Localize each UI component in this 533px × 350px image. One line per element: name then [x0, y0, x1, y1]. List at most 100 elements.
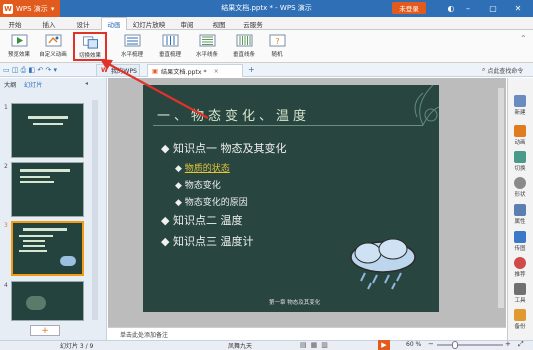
sidebar-transition-label: 切换 — [514, 166, 526, 172]
horizontal-comb-icon — [124, 34, 140, 47]
sidebar-shape[interactable]: 形状 — [507, 174, 533, 204]
sidebar-properties[interactable]: 属性 — [507, 201, 533, 231]
menu-design[interactable]: 设计 — [72, 17, 94, 30]
menu-slideshow[interactable]: 幻灯片放映 — [130, 17, 168, 30]
decorative-leaf — [414, 85, 439, 127]
vertical-comb-label: 垂直梳理 — [158, 52, 181, 58]
quick-access-icons[interactable]: ▭ ◫ ⎙ ◧ ↶ ↷ ▾ — [3, 66, 57, 75]
slide-title: 一、物态变化、温度 — [157, 109, 311, 124]
tab-outline[interactable]: 大纲 — [4, 80, 16, 90]
thumb-number: 2 — [4, 163, 8, 170]
random-label: 随机 — [271, 52, 283, 58]
horizontal-comb-button[interactable]: 水平梳理 — [115, 32, 149, 61]
vertical-lines-icon — [236, 34, 252, 47]
vertical-lines-button[interactable]: 垂直线条 — [227, 32, 261, 61]
backup-icon — [514, 309, 526, 321]
sidebar-properties-label: 属性 — [514, 219, 526, 225]
transition-effect-label: 切换效果 — [78, 53, 101, 59]
tab-document-label: 结果文档.pptx * — [160, 68, 207, 76]
bullet-5-text: 知识点二 温度 — [172, 214, 243, 227]
title-divider — [153, 125, 423, 126]
menu-home[interactable]: 开始 — [4, 17, 26, 30]
tab-slides[interactable]: 幻灯片 — [24, 80, 43, 90]
add-slide-button[interactable]: + — [30, 325, 60, 336]
menu-view[interactable]: 视图 — [208, 17, 230, 30]
slide-thumbnail-2[interactable] — [11, 162, 84, 217]
horizontal-lines-icon — [199, 34, 215, 47]
command-search[interactable]: ⌕ 点此查找命令 — [482, 66, 523, 75]
menu-review[interactable]: 审阅 — [176, 17, 198, 30]
diamond-bullet-icon: ◆ — [161, 142, 173, 155]
slide-thumbnail-3[interactable] — [11, 221, 84, 276]
properties-icon — [514, 204, 526, 216]
maximize-icon[interactable]: ▢ — [487, 2, 499, 14]
horizontal-lines-button[interactable]: 水平线条 — [190, 32, 224, 61]
slide[interactable]: 一、物态变化、温度 ◆ 知识点一 物态及其变化 ◆ 物质的状态 ◆ 物态变化 ◆… — [143, 85, 439, 312]
custom-animation-icon — [45, 34, 61, 47]
play-slideshow-icon[interactable]: ▶ — [378, 340, 390, 350]
menu-cloud[interactable]: 云服务 — [240, 17, 266, 30]
login-button[interactable]: 未登录 — [392, 2, 426, 14]
new-icon — [514, 95, 526, 107]
sidebar-backup[interactable]: 备份 — [507, 306, 533, 336]
svg-text:?: ? — [275, 37, 279, 46]
zoom-in-icon[interactable]: + — [505, 340, 511, 348]
thumb-number: 1 — [4, 104, 8, 111]
custom-animation-button[interactable]: 自定义动画 — [36, 32, 70, 61]
menu-animation[interactable]: 动画 — [101, 17, 127, 30]
sidebar-new-label: 新建 — [514, 110, 526, 116]
close-panel-icon[interactable]: ◂ — [85, 80, 88, 87]
minimize-icon[interactable]: – — [462, 2, 474, 14]
transition-icon — [514, 151, 526, 163]
diamond-bullet-icon: ◆ — [175, 198, 185, 208]
new-tab-icon[interactable]: + — [248, 65, 255, 74]
menu-insert[interactable]: 插入 — [38, 17, 60, 30]
bullet-1-text: 知识点一 物态及其变化 — [172, 142, 287, 155]
tab-document[interactable]: ▣ 结果文档.pptx * × — [147, 64, 243, 77]
sidebar-upload-image-label: 传图 — [514, 246, 526, 252]
theme-name: 凤舞九天 — [228, 343, 253, 350]
preview-effect-button[interactable]: 预览效果 — [2, 32, 36, 61]
wps-tab-icon: W — [101, 67, 108, 74]
zoom-out-icon[interactable]: − — [428, 340, 434, 348]
sidebar-new[interactable]: 新建 — [507, 92, 533, 122]
view-mode-icons[interactable]: ▤▦▥ — [300, 341, 332, 349]
close-icon[interactable]: ✕ — [512, 2, 524, 14]
diamond-bullet-icon: ◆ — [161, 235, 173, 248]
fit-window-icon[interactable]: ⤢ — [518, 340, 524, 349]
thumb-number: 3 — [4, 222, 8, 229]
tools-icon — [514, 283, 526, 295]
sidebar-animation-label: 动画 — [514, 140, 526, 146]
random-button[interactable]: ? 随机 — [260, 32, 294, 61]
search-icon: ⌕ — [482, 66, 486, 73]
bullet-4-text: 物态变化的原因 — [184, 198, 248, 208]
bullet-4: ◆ 物态变化的原因 — [175, 195, 248, 208]
tab-my-wps[interactable]: W 我的WPS — [96, 64, 140, 77]
bullet-2-link[interactable]: 物质的状态 — [185, 164, 230, 174]
diamond-bullet-icon: ◆ — [161, 214, 173, 227]
document-tab-bar — [0, 63, 533, 77]
vertical-comb-button[interactable]: 垂直梳理 — [153, 32, 187, 61]
cloud-rain-illustration — [350, 238, 416, 290]
shape-icon — [514, 177, 526, 189]
tab-close-icon[interactable]: × — [214, 68, 219, 75]
thumb-number: 4 — [4, 282, 8, 289]
transition-effect-button[interactable]: 切换效果 — [73, 32, 107, 61]
sidebar-backup-label: 备份 — [514, 324, 526, 330]
skin-icon[interactable]: ◐ — [445, 2, 457, 14]
vertical-lines-label: 垂直线条 — [232, 52, 255, 58]
horizontal-lines-label: 水平线条 — [195, 52, 218, 58]
diamond-bullet-icon: ◆ — [175, 181, 185, 191]
tab-my-wps-label: 我的WPS — [110, 68, 137, 75]
thumb-scrollbar[interactable] — [92, 100, 98, 320]
sidebar-recommend-label: 推荐 — [514, 272, 526, 278]
slide-thumbnail-1[interactable] — [11, 103, 84, 158]
slide-thumbnail-4[interactable] — [11, 281, 84, 321]
zoom-slider-handle[interactable] — [452, 341, 458, 349]
vertical-scrollbar[interactable] — [498, 88, 504, 308]
ribbon-collapse-icon[interactable]: ⌃ — [520, 34, 527, 43]
notes-field[interactable]: 单击此处添加备注 — [108, 327, 506, 339]
zoom-slider[interactable] — [437, 344, 503, 346]
command-search-placeholder: 点此查找命令 — [487, 68, 524, 75]
upload-image-icon — [514, 231, 526, 243]
